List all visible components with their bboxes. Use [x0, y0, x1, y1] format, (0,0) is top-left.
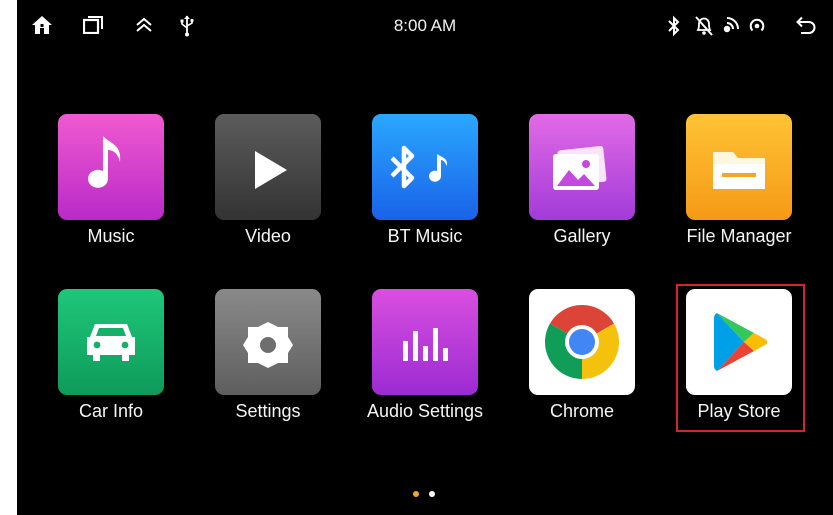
video-tile: [215, 114, 321, 220]
home-screen: 8:00 AM Music Video BT Music Gallery Fil…: [17, 0, 833, 515]
gear-icon: [243, 322, 293, 368]
app-music[interactable]: Music: [34, 114, 184, 264]
app-label: Audio Settings: [366, 401, 484, 421]
gallery-tile: [529, 114, 635, 220]
app-settings[interactable]: Settings: [191, 289, 341, 439]
bluetooth-icon: [668, 15, 680, 37]
app-car-info[interactable]: Car Info: [34, 289, 184, 439]
app-label: Settings: [235, 401, 301, 421]
app-label: Chrome: [549, 401, 615, 421]
page-dot-2[interactable]: [429, 491, 435, 497]
chrome-tile: [529, 289, 635, 395]
page-dot-1[interactable]: [413, 491, 419, 497]
app-label: Video: [245, 226, 291, 246]
mute-icon: [695, 16, 713, 36]
play-store-icon: [714, 313, 768, 371]
music-tile: [58, 114, 164, 220]
bt-music-tile: [372, 114, 478, 220]
app-bt-music[interactable]: BT Music: [348, 114, 498, 264]
app-label: Gallery: [553, 226, 611, 246]
app-label: BT Music: [387, 226, 463, 246]
app-file-manager[interactable]: File Manager: [662, 114, 812, 264]
play-store-tile: [686, 289, 792, 395]
app-video[interactable]: Video: [191, 114, 341, 264]
gallery-icon: [553, 145, 607, 190]
play-icon: [255, 151, 287, 189]
music-note-icon: [88, 136, 121, 188]
app-chrome[interactable]: Chrome: [505, 289, 655, 439]
bluetooth-music-icon: [390, 145, 448, 189]
chrome-icon: [545, 305, 619, 379]
settings-tile: [215, 289, 321, 395]
app-gallery[interactable]: Gallery: [505, 114, 655, 264]
back-icon[interactable]: [795, 15, 817, 37]
signal-icon: [749, 18, 765, 32]
audio-settings-tile: [372, 289, 478, 395]
app-play-store[interactable]: Play Store: [662, 289, 812, 439]
file-manager-tile: [686, 114, 792, 220]
app-label: Play Store: [697, 401, 781, 421]
wifi-hotspot-icon: [723, 17, 739, 33]
app-label: Car Info: [78, 401, 144, 421]
car-info-tile: [58, 289, 164, 395]
app-label: Music: [87, 226, 135, 246]
app-label: File Manager: [686, 226, 792, 246]
equalizer-icon: [403, 328, 448, 361]
app-audio-settings[interactable]: Audio Settings: [348, 289, 498, 439]
folder-icon: [713, 152, 765, 189]
car-icon: [87, 324, 135, 361]
